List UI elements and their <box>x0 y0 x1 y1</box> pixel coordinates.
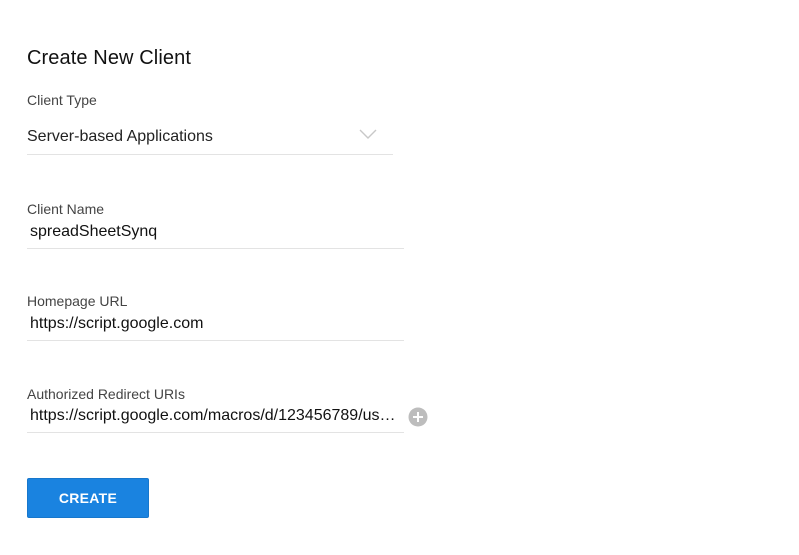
client-type-label: Client Type <box>27 92 97 108</box>
redirect-uris-label: Authorized Redirect URIs <box>27 386 185 402</box>
client-type-selected-value: Server-based Applications <box>27 128 213 145</box>
homepage-url-label: Homepage URL <box>27 293 128 309</box>
client-name-field-wrapper <box>27 220 404 249</box>
page-title: Create New Client <box>27 47 191 70</box>
chevron-down-icon <box>359 129 377 139</box>
homepage-url-field-wrapper <box>27 312 404 341</box>
redirect-uri-field-wrapper <box>27 404 404 433</box>
client-name-input[interactable] <box>30 223 398 241</box>
add-redirect-uri-icon[interactable] <box>408 407 428 427</box>
client-type-select[interactable]: Server-based Applications <box>27 120 393 155</box>
redirect-uri-input[interactable] <box>30 407 398 425</box>
homepage-url-input[interactable] <box>30 315 398 333</box>
client-name-label: Client Name <box>27 201 105 217</box>
create-button[interactable]: CREATE <box>27 478 149 518</box>
